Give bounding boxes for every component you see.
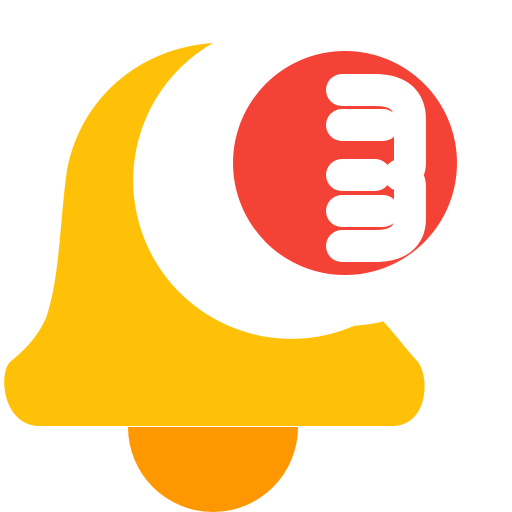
bell-icon: 3 xyxy=(4,0,508,512)
notification-bell-with-badge[interactable]: 3 xyxy=(0,0,512,512)
badge-count-glyph xyxy=(326,74,426,262)
bell-clapper xyxy=(128,427,298,512)
